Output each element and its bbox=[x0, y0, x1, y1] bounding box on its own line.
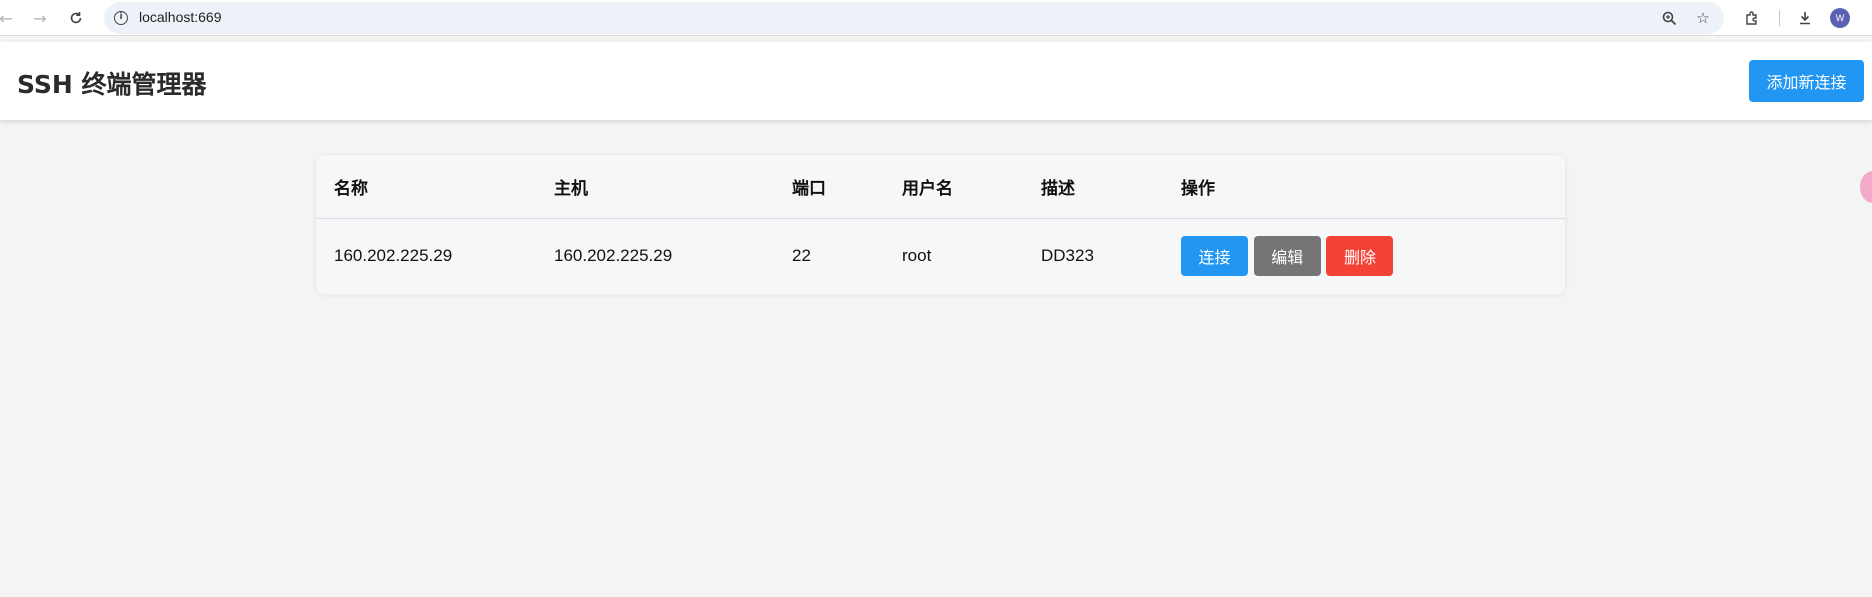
site-info-icon[interactable]: i bbox=[114, 11, 128, 25]
bookmark-star-icon[interactable]: ☆ bbox=[1694, 9, 1712, 27]
column-header-name: 名称 bbox=[316, 155, 554, 219]
url-text[interactable]: localhost:669 bbox=[139, 9, 222, 25]
edit-button[interactable]: 编辑 bbox=[1253, 236, 1321, 277]
address-bar[interactable]: i localhost:669 ☆ bbox=[104, 2, 1724, 34]
cell-username: root bbox=[902, 246, 932, 266]
column-header-host: 主机 bbox=[554, 155, 792, 219]
profile-avatar[interactable]: W bbox=[1830, 8, 1850, 28]
column-header-description: 描述 bbox=[1041, 155, 1181, 219]
extensions-icon[interactable] bbox=[1742, 8, 1762, 28]
app-header: SSH 终端管理器 添加新连接 bbox=[0, 42, 1872, 120]
reload-icon[interactable] bbox=[66, 8, 86, 28]
connections-table-card: 名称 主机 端口 用户名 描述 操作 160.202.225.29 160.20… bbox=[316, 155, 1565, 294]
zoom-icon[interactable] bbox=[1660, 9, 1678, 27]
cell-name: 160.202.225.29 bbox=[334, 246, 453, 266]
browser-toolbar: ← → i localhost:669 ☆ W bbox=[0, 0, 1872, 36]
column-header-username: 用户名 bbox=[902, 155, 1041, 219]
cell-actions: 连接 编辑 删除 bbox=[1181, 218, 1565, 294]
connections-table: 名称 主机 端口 用户名 描述 操作 160.202.225.29 160.20… bbox=[316, 155, 1565, 294]
cell-host: 160.202.225.29 bbox=[554, 246, 673, 266]
back-arrow-icon[interactable]: ← bbox=[0, 8, 16, 28]
add-connection-button[interactable]: 添加新连接 bbox=[1749, 60, 1864, 102]
table-header-row: 名称 主机 端口 用户名 描述 操作 bbox=[316, 155, 1565, 219]
connect-button[interactable]: 连接 bbox=[1181, 236, 1248, 277]
forward-arrow-icon[interactable]: → bbox=[30, 8, 50, 28]
download-icon[interactable] bbox=[1795, 8, 1815, 28]
column-header-actions: 操作 bbox=[1181, 155, 1565, 219]
toolbar-separator bbox=[1779, 10, 1780, 26]
column-header-port: 端口 bbox=[792, 155, 902, 219]
cell-description: DD323 bbox=[1041, 246, 1094, 266]
delete-button[interactable]: 删除 bbox=[1326, 236, 1394, 277]
table-row: 160.202.225.29 160.202.225.29 22 root DD… bbox=[316, 218, 1565, 294]
floating-widget[interactable] bbox=[1860, 171, 1872, 203]
cell-port: 22 bbox=[792, 246, 811, 266]
page-title: SSH 终端管理器 bbox=[17, 70, 207, 99]
